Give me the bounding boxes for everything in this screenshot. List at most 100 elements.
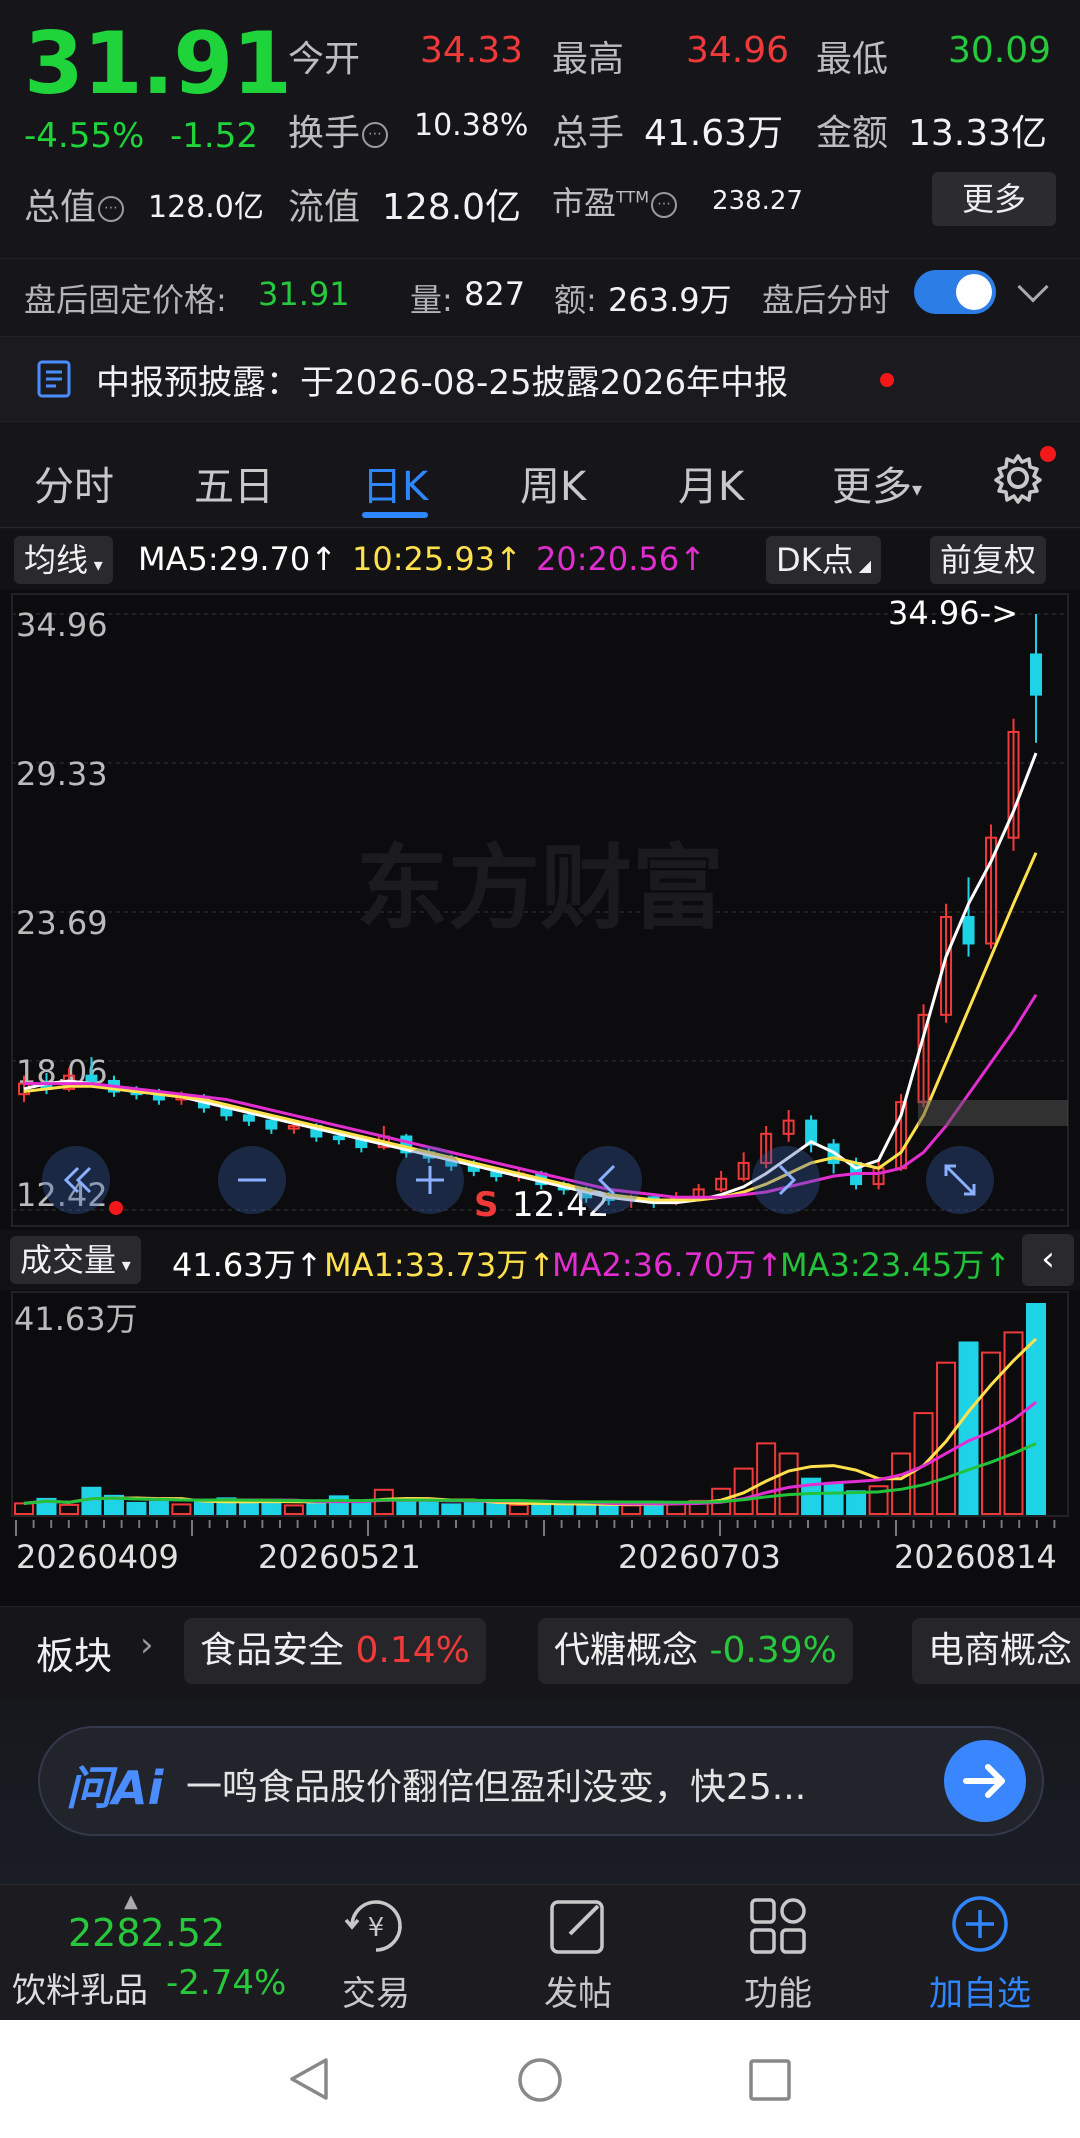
- candle-body: [85, 1074, 98, 1082]
- chevron-left-icon[interactable]: ‹: [1022, 1234, 1074, 1286]
- unread-dot: [880, 373, 894, 387]
- nav-add-watchlist[interactable]: 加自选: [900, 1966, 1060, 2015]
- tab-five-day[interactable]: 五日: [194, 454, 274, 512]
- chevron-right-icon[interactable]: ›: [140, 1625, 154, 1665]
- info-icon: ⋯: [98, 196, 125, 222]
- vol-ma3-line: [23, 1442, 1037, 1505]
- caret-up-icon[interactable]: ▲: [124, 1891, 138, 1912]
- sector-chip-sweetener[interactable]: 代糖概念 -0.39%: [538, 1618, 853, 1684]
- volume-svg: 41.63万: [11, 1291, 1069, 1517]
- zoom-in-icon[interactable]: [396, 1146, 464, 1214]
- nav-trade[interactable]: 交易: [296, 1966, 456, 2015]
- change-amount: -1.52: [170, 116, 258, 156]
- tab-more[interactable]: 更多▾: [832, 454, 922, 512]
- after-hours-price: 31.91: [258, 275, 350, 313]
- back-icon[interactable]: [286, 2056, 332, 2102]
- volume-bar: [126, 1501, 147, 1516]
- zoom-out-icon[interactable]: [218, 1146, 286, 1214]
- y-tick-label: 34.96: [16, 606, 108, 644]
- index-value[interactable]: 2282.52: [68, 1911, 225, 1955]
- after-hours-amt: 263.9万: [608, 281, 732, 319]
- tab-weekly-k[interactable]: 周K: [520, 454, 586, 512]
- volume-bar: [621, 1504, 642, 1515]
- ma5-value: MA5:29.70↑: [138, 540, 338, 578]
- svg-text:¥: ¥: [368, 1913, 385, 1943]
- scroll-right-icon[interactable]: [752, 1146, 820, 1214]
- mktcap-value: 128.0亿: [148, 190, 264, 225]
- pe-label[interactable]: 市盈TTM ⋯: [552, 178, 679, 224]
- high-label: 最高: [552, 39, 625, 80]
- turnover-value: 10.38%: [414, 108, 529, 143]
- low-label: 最低: [816, 39, 889, 80]
- tab-timeshare[interactable]: 分时: [34, 454, 114, 512]
- button-bg: [574, 1146, 642, 1214]
- vol-ma3: MA3:23.45万↑: [780, 1246, 1012, 1284]
- more-button[interactable]: 更多: [932, 172, 1056, 226]
- volume-chart[interactable]: 41.63万: [0, 1290, 1080, 1520]
- caret-down-icon: ▾: [912, 477, 923, 501]
- volume-value: 41.63万: [644, 113, 784, 154]
- fullscreen-icon[interactable]: [926, 1146, 994, 1214]
- volume-bar: [238, 1502, 259, 1515]
- sector-chip-ecommerce[interactable]: 电商概念: [912, 1618, 1080, 1684]
- dk-point-button[interactable]: DK点 ◢: [766, 536, 882, 584]
- vol-ma2: MA2:36.70万↑: [552, 1246, 784, 1284]
- volume-bar: [463, 1501, 484, 1516]
- pe-value: 238.27: [712, 186, 803, 216]
- date-ticks: [15, 1520, 1056, 1536]
- volume-bar: [58, 1503, 79, 1516]
- turnover-label[interactable]: 换手 ⋯: [288, 104, 390, 156]
- volume-label: 总手: [552, 113, 625, 154]
- grid-function-icon[interactable]: [746, 1894, 810, 1958]
- notice-text: 中报预披露：于2026-08-25披露2026年中报: [96, 363, 789, 403]
- volume-bar: [283, 1504, 304, 1515]
- rewind-icon[interactable]: [42, 1146, 110, 1214]
- low-value: 30.09: [948, 30, 1052, 71]
- info-icon: ⋯: [362, 122, 389, 148]
- ai-send-button[interactable]: [944, 1740, 1026, 1822]
- volume-bar: [531, 1502, 552, 1515]
- notice-banner[interactable]: 中报预披露：于2026-08-25披露2026年中报: [0, 336, 1080, 422]
- home-icon[interactable]: [516, 2056, 564, 2104]
- candle-body: [265, 1119, 278, 1130]
- open-label: 今开: [288, 39, 361, 80]
- tab-monthly-k[interactable]: 月K: [678, 454, 744, 512]
- yuan-trade-icon[interactable]: ¥: [340, 1894, 412, 1958]
- index-pct: -2.74%: [166, 1963, 287, 2003]
- gear-icon[interactable]: [990, 450, 1046, 506]
- nav-functions[interactable]: 功能: [698, 1966, 858, 2015]
- volume-bar: [553, 1504, 574, 1515]
- tab-daily-k[interactable]: 日K: [362, 454, 428, 512]
- date-label-1: 20260409: [16, 1538, 179, 1576]
- ma-selector[interactable]: 均线 ▾: [14, 536, 113, 584]
- candle-body: [1030, 653, 1042, 696]
- kline-chart[interactable]: 34.96 29.33 23.69 18.06 12.42 东方财富 34.96-> S 12.…: [0, 590, 1080, 1230]
- volume-bar: [958, 1341, 979, 1515]
- corner-icon: ◢: [853, 556, 872, 575]
- candle-body: [242, 1114, 255, 1122]
- open-value: 34.33: [420, 30, 524, 71]
- kline-svg: 34.9629.3323.6918.0612.42东方财富34.96->S 12.…: [11, 593, 1069, 1227]
- float-label: 流值: [288, 187, 361, 228]
- volume-bar: [193, 1499, 214, 1516]
- candle-body: [332, 1135, 345, 1141]
- after-hours-toggle[interactable]: [914, 270, 996, 314]
- adjust-button[interactable]: 前复权: [930, 536, 1047, 584]
- after-hours-label: 盘后固定价格:: [24, 281, 227, 319]
- recents-icon[interactable]: [748, 2058, 792, 2102]
- edit-post-icon[interactable]: [546, 1894, 610, 1958]
- after-hours-vol-label: 量:: [410, 281, 453, 319]
- add-watchlist-icon[interactable]: [948, 1892, 1012, 1956]
- volume-bar: [441, 1503, 462, 1516]
- scroll-left-icon[interactable]: [574, 1146, 642, 1214]
- volume-bar: [891, 1452, 912, 1516]
- volume-bar: [14, 1502, 34, 1515]
- indicator-selector[interactable]: 成交量 ▾: [10, 1236, 141, 1284]
- y-tick-label: 23.69: [16, 904, 108, 942]
- sector-chip-food-safety[interactable]: 食品安全 0.14%: [184, 1618, 486, 1684]
- index-name[interactable]: 饮料乳品: [12, 1963, 148, 2012]
- mktcap-label[interactable]: 总值 ⋯: [24, 178, 126, 230]
- volume-current: 41.63万↑: [172, 1246, 323, 1284]
- sector-label: 板块: [36, 1634, 113, 1678]
- nav-post[interactable]: 发帖: [498, 1966, 658, 2015]
